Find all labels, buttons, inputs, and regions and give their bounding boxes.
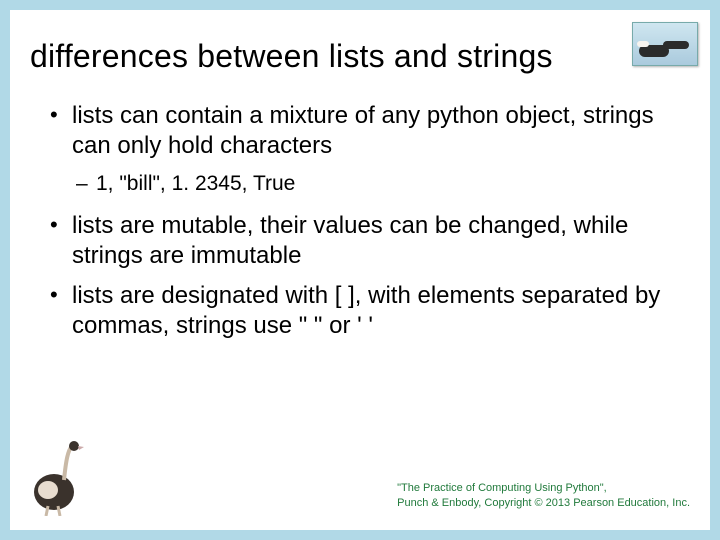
footer-line-1: "The Practice of Computing Using Python"… [397,481,690,495]
bullet-2: lists are mutable, their values can be c… [46,211,674,271]
bullet-1: lists can contain a mixture of any pytho… [46,101,674,161]
footer-line-2: Punch & Enbody, Copyright © 2013 Pearson… [397,496,690,510]
ostrich-icon [24,440,88,516]
footer-credit: "The Practice of Computing Using Python"… [397,481,690,510]
bullet-3: lists are designated with [ ], with elem… [46,281,674,341]
slide: differences between lists and strings li… [10,10,710,530]
bullet-1-sub: 1, "bill", 1. 2345, True [46,171,674,197]
slide-content: lists can contain a mixture of any pytho… [10,83,710,341]
slide-title: differences between lists and strings [10,10,710,83]
pointing-hand-icon [632,22,698,66]
